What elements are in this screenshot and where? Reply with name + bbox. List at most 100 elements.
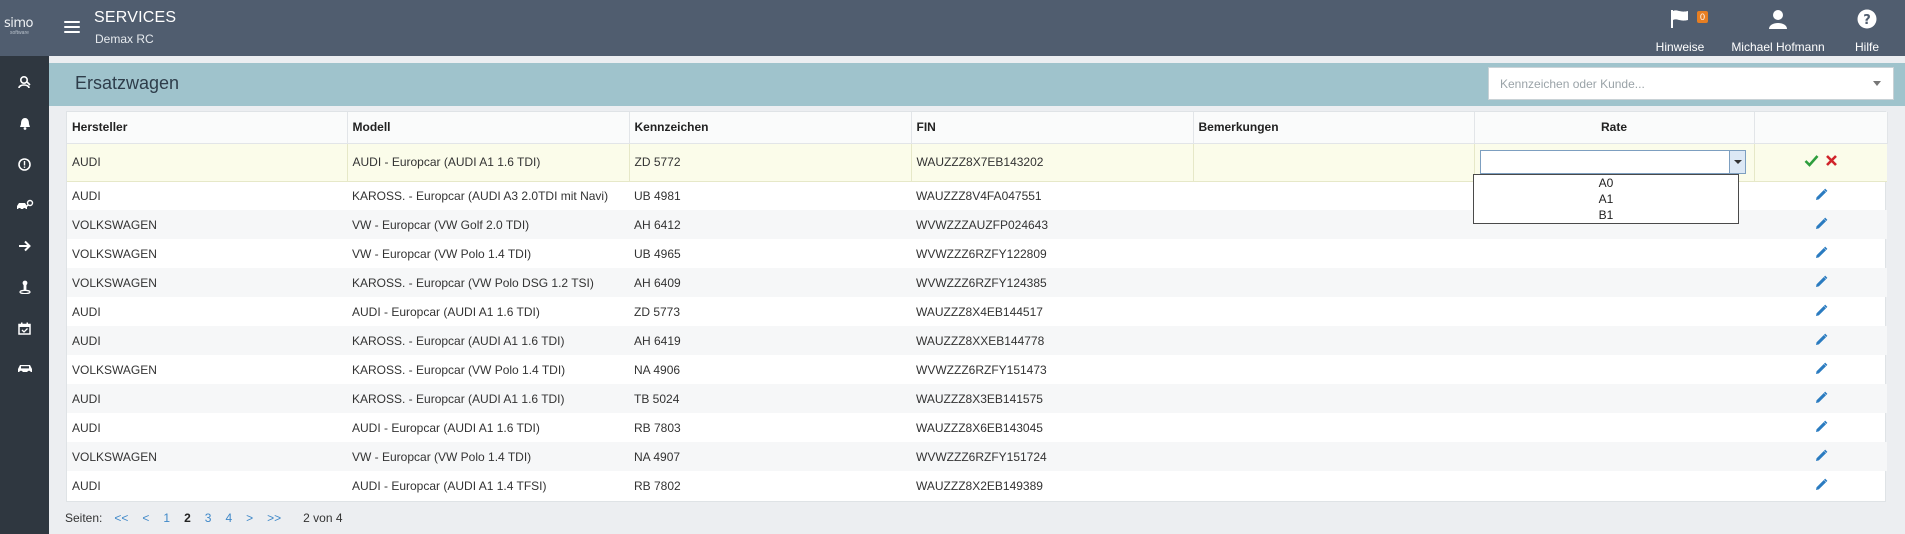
cell-hersteller: AUDI	[67, 384, 347, 413]
cell-fin: WVWZZZ6RZFY122809	[916, 246, 1047, 261]
table-row[interactable]: VOLKSWAGEN KAROSS. - Europcar (VW Polo 1.…	[67, 355, 1887, 384]
edit-pencil-icon[interactable]	[1813, 391, 1829, 407]
column-header-kennzeichen[interactable]: Kennzeichen	[629, 112, 912, 144]
column-header-hersteller[interactable]: Hersteller	[67, 112, 348, 144]
chevron-down-icon	[1733, 160, 1742, 164]
sidebar-item-person-location[interactable]	[0, 275, 49, 299]
rate-select-toggle[interactable]	[1728, 151, 1745, 173]
cell-modell: KAROSS. - Europcar (AUDI A1 1.6 TDI)	[347, 326, 629, 355]
user-menu-button[interactable]: Michael Hofmann	[1730, 6, 1826, 54]
table-row[interactable]: AUDI AUDI - Europcar (AUDI A1 1.6 TDI) RB …	[67, 413, 1887, 442]
cell-kennzeichen: UB 4981	[634, 188, 681, 203]
rate-option[interactable]: B1	[1474, 207, 1738, 223]
cell-modell: KAROSS. - Europcar (AUDI A1 1.6 TDI)	[347, 384, 629, 413]
table-row[interactable]: AUDI KAROSS. - Europcar (AUDI A1 1.6 TDI)…	[67, 326, 1887, 355]
cell-actions	[1754, 239, 1887, 268]
page-first-link[interactable]: <<	[114, 511, 128, 525]
help-label: Hilfe	[1854, 40, 1879, 54]
cell-bemerkungen	[1193, 210, 1474, 239]
edit-pencil-icon[interactable]	[1813, 275, 1829, 291]
sidebar-item-vehicles[interactable]	[0, 357, 49, 381]
table-row[interactable]: AUDI AUDI - Europcar (AUDI A1 1.4 TFSI) RB…	[67, 471, 1887, 500]
page-next-link[interactable]: >	[246, 511, 253, 525]
sidebar-item-calendar[interactable]	[0, 316, 49, 340]
cell-actions	[1754, 442, 1887, 471]
pagination: Seiten: << < 1 2 3 4 > >> 2 von 4	[65, 511, 343, 525]
cell-kennzeichen: ZD 5773	[634, 304, 681, 319]
table-row[interactable]: AUDI KAROSS. - Europcar (AUDI A1 1.6 TDI)…	[67, 384, 1887, 413]
cell-actions	[1754, 268, 1887, 297]
sidebar-item-customer-search[interactable]	[0, 70, 49, 94]
hinweise-button[interactable]: 0 Hinweise	[1652, 6, 1709, 54]
table-row[interactable]: VOLKSWAGEN KAROSS. - Europcar (VW Polo DS…	[67, 268, 1887, 297]
column-header-bemerkungen[interactable]: Bemerkungen	[1193, 112, 1475, 144]
cell-kennzeichen: AH 6419	[629, 326, 911, 355]
sidebar-item-replacement-cars[interactable]	[0, 193, 49, 217]
column-header-modell[interactable]: Modell	[347, 112, 630, 144]
sidebar-item-forward[interactable]	[0, 234, 49, 258]
edit-pencil-icon[interactable]	[1813, 420, 1829, 436]
edit-pencil-icon[interactable]	[1813, 246, 1829, 262]
cell-fin: WVWZZZ6RZFY151724	[911, 442, 1193, 471]
cell-kennzeichen: TB 5024	[629, 384, 911, 413]
sidebar-item-alerts[interactable]	[0, 152, 49, 176]
cell-bemerkungen	[1193, 471, 1474, 500]
user-icon	[1730, 6, 1826, 32]
help-button[interactable]: ? Hilfe	[1852, 6, 1882, 54]
cell-rate	[1474, 355, 1754, 384]
edit-pencil-icon[interactable]	[1813, 333, 1829, 349]
rate-option[interactable]: A0	[1474, 175, 1738, 191]
menu-icon[interactable]	[64, 21, 80, 35]
cell-modell: VW - Europcar (VW Polo 1.4 TDI)	[352, 246, 532, 261]
column-header-fin[interactable]: FIN	[911, 112, 1194, 144]
help-icon: ?	[1852, 6, 1882, 32]
column-header-rate[interactable]: Rate	[1474, 112, 1755, 144]
page-link-3[interactable]: 3	[205, 511, 212, 525]
cell-hersteller: AUDI	[72, 478, 101, 493]
edit-pencil-icon[interactable]	[1813, 188, 1829, 204]
cell-actions	[1754, 326, 1887, 355]
cell-kennzeichen: NA 4906	[634, 362, 681, 377]
rate-select[interactable]	[1479, 150, 1746, 174]
hinweise-label: Hinweise	[1655, 40, 1705, 54]
table-row[interactable]: VOLKSWAGEN VW - Europcar (VW Polo 1.4 TDI…	[67, 442, 1887, 471]
page-prev-link[interactable]: <	[142, 511, 149, 525]
cell-rate	[1474, 384, 1754, 413]
vehicle-search-input[interactable]	[1489, 68, 1859, 99]
cell-fin: WVWZZZ6RZFY151473	[916, 362, 1047, 377]
rate-dropdown-list: A0 A1 B1	[1473, 174, 1739, 224]
cell-modell: VW - Europcar (VW Golf 2.0 TDI)	[347, 210, 629, 239]
edit-pencil-icon[interactable]	[1813, 217, 1829, 233]
vehicle-search-combobox[interactable]	[1488, 67, 1894, 100]
edit-pencil-icon[interactable]	[1813, 362, 1829, 378]
edit-pencil-icon[interactable]	[1813, 478, 1829, 494]
page-link-4[interactable]: 4	[225, 511, 232, 525]
page-link-1[interactable]: 1	[163, 511, 170, 525]
top-bar: simo software SERVICES Demax RC 0 Hinwei…	[0, 0, 1905, 56]
cell-kennzeichen: AH 6412	[629, 210, 911, 239]
cell-kennzeichen: AH 6409	[629, 268, 911, 297]
table-row[interactable]: AUDI AUDI - Europcar (AUDI A1 1.6 TDI) ZD …	[67, 297, 1887, 326]
edit-pencil-icon[interactable]	[1813, 449, 1829, 465]
edit-pencil-icon[interactable]	[1813, 304, 1829, 320]
user-search-icon	[17, 75, 31, 89]
person-pin-icon	[18, 280, 31, 294]
sidebar-item-notifications[interactable]	[0, 111, 49, 135]
confirm-icon[interactable]	[1804, 154, 1819, 170]
table-row[interactable]: VOLKSWAGEN VW - Europcar (VW Polo 1.4 TDI…	[67, 239, 1887, 268]
cell-hersteller: AUDI	[67, 326, 347, 355]
app-logo[interactable]: simo software	[4, 16, 48, 38]
cell-actions	[1754, 142, 1887, 182]
arrow-right-icon	[19, 240, 31, 252]
page-last-link[interactable]: >>	[267, 511, 281, 525]
page-header: Ersatzwagen	[49, 63, 1905, 106]
cell-fin: WAUZZZ8X6EB143045	[916, 420, 1043, 435]
chevron-down-icon[interactable]	[1873, 81, 1881, 86]
cell-bemerkungen[interactable]	[1193, 142, 1475, 182]
cell-fin: WAUZZZ8XXEB144778	[911, 326, 1193, 355]
cell-modell: AUDI - Europcar (AUDI A1 1.6 TDI)	[352, 304, 540, 319]
logo-text: simo	[4, 16, 34, 31]
cell-hersteller: VOLKSWAGEN	[72, 362, 157, 377]
rate-option[interactable]: A1	[1474, 191, 1738, 207]
cancel-icon[interactable]	[1825, 154, 1838, 170]
